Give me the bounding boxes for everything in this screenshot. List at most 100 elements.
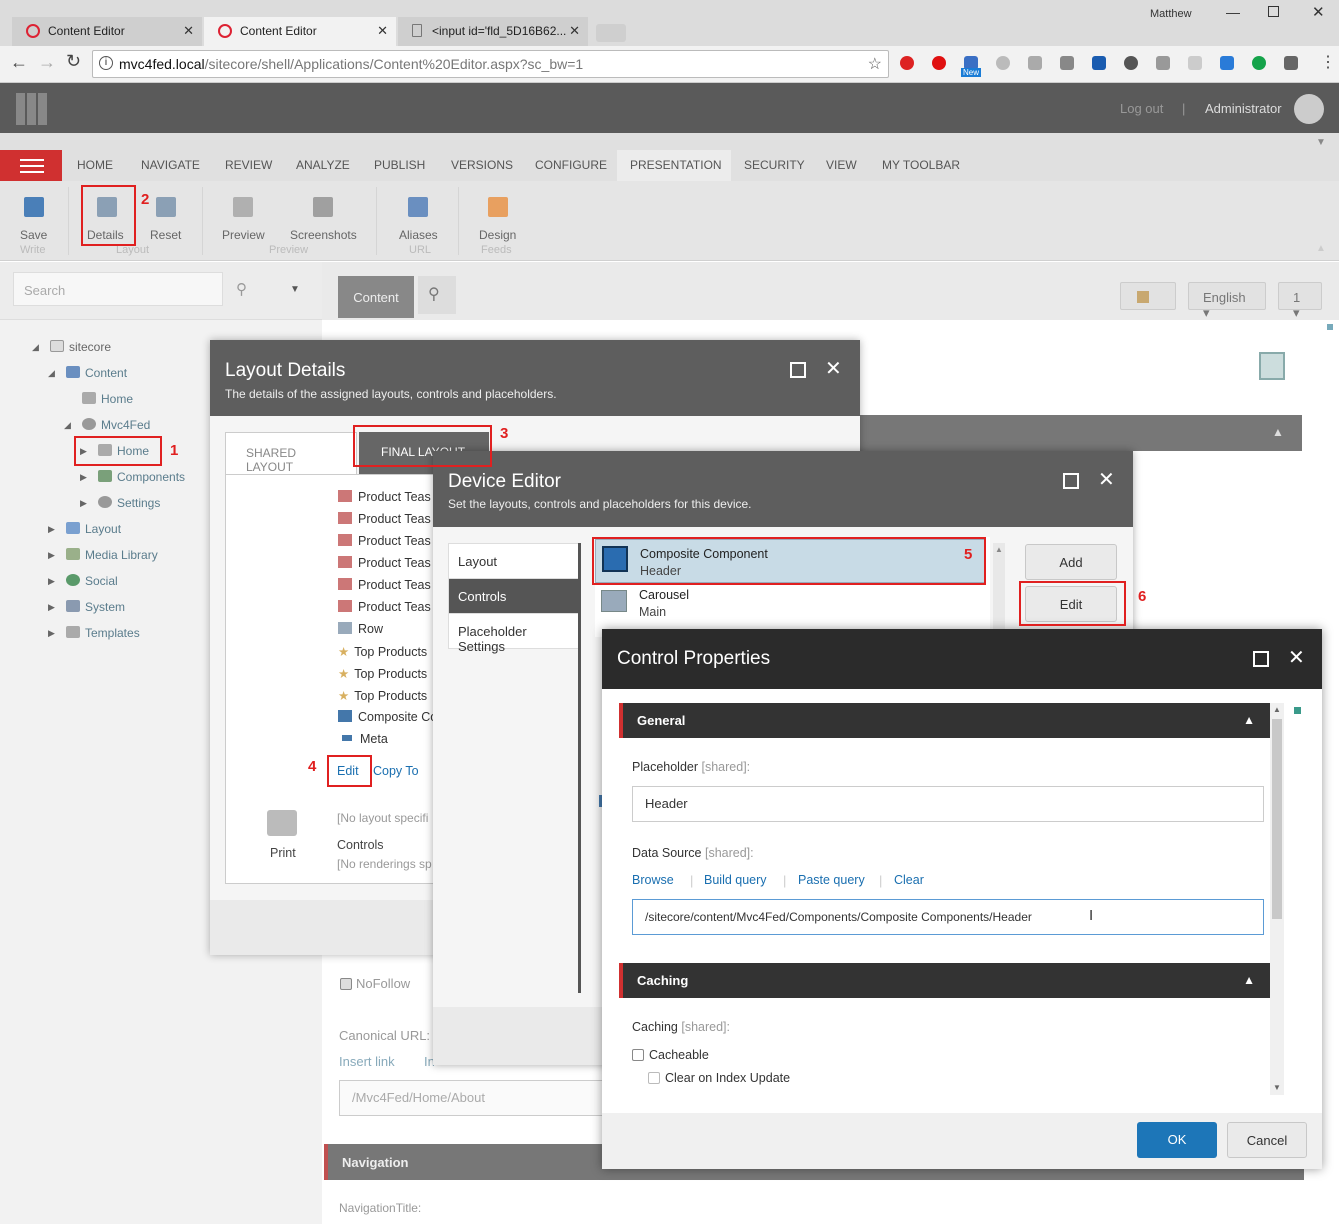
cacheable-checkbox[interactable] [632,1049,644,1061]
tree-item-mvc4fed[interactable]: Mvc4Fed [101,418,150,432]
collapse-section-icon[interactable]: ▲ [1243,973,1255,987]
opera-extension-icon[interactable] [932,56,946,70]
tree-item-templates[interactable]: Templates [85,626,140,640]
placeholder-input[interactable]: Header [632,786,1264,822]
language-dropdown[interactable]: English ▾ [1188,282,1266,320]
rendering-item[interactable]: Product Teas [338,534,431,548]
insert-link[interactable]: Insert link [339,1054,395,1069]
address-bar[interactable]: i mvc4fed.local/sitecore/shell/Applicati… [92,50,889,78]
extension-icon[interactable] [1220,56,1234,70]
user-name[interactable]: Administrator [1205,101,1282,116]
maximize-icon[interactable] [1253,651,1269,667]
browser-tab[interactable]: Content Editor ✕ [12,17,202,46]
search-tab[interactable]: ⚲ [418,276,456,314]
forward-icon[interactable]: → [38,52,56,73]
maximize-icon[interactable] [1268,6,1279,17]
search-dropdown-icon[interactable]: ▼ [290,284,300,295]
hamburger-menu-button[interactable] [0,150,62,181]
close-tab-icon[interactable]: ✕ [377,23,388,39]
paste-query-link[interactable]: Paste query [798,873,865,887]
canonical-url-input[interactable]: /Mvc4Fed/Home/About [339,1080,609,1116]
menu-layout[interactable]: Layout [449,544,579,579]
menu-kebab-icon[interactable]: ⋮ [1320,52,1336,72]
clear-on-index-checkbox[interactable] [648,1072,660,1084]
tree-item-system[interactable]: System [85,600,125,614]
avatar[interactable] [1294,94,1324,124]
tab-security[interactable]: SECURITY [744,158,805,172]
rendering-item[interactable]: Product Teas [338,556,431,570]
collapse-triangle-icon[interactable]: ◢ [64,420,71,431]
copy-to-link[interactable]: Copy To [373,764,419,778]
expand-triangle-icon[interactable]: ▶ [80,472,87,483]
info-icon[interactable]: i [99,56,113,70]
rendering-item[interactable]: Product Teas [338,490,431,504]
collapse-triangle-icon[interactable]: ◢ [48,368,55,379]
cancel-button[interactable]: Cancel [1227,1122,1307,1158]
reset-button[interactable]: Reset [150,228,181,242]
extension-icon[interactable] [1060,56,1074,70]
collapse-triangle-icon[interactable]: ◢ [32,342,39,353]
reload-icon[interactable]: ↻ [66,51,81,72]
tree-item-settings[interactable]: Settings [117,496,160,510]
section-general[interactable]: General ▲ [619,703,1271,738]
version-dropdown[interactable]: 1 ▾ [1278,282,1322,320]
rendering-item[interactable]: Product Teas [338,600,431,614]
tab-my-toolbar[interactable]: MY TOOLBAR [882,158,960,172]
close-tab-icon[interactable]: ✕ [183,23,194,39]
build-query-link[interactable]: Build query [704,873,767,887]
tree-item-content[interactable]: Content [85,366,127,380]
launchpad-grid-icon[interactable] [16,93,48,125]
expand-triangle-icon[interactable]: ▶ [48,628,55,639]
tab-shared-layout[interactable]: SHARED LAYOUT [225,432,357,474]
menu-controls[interactable]: Controls [449,579,579,614]
scrollbar-thumb[interactable] [1272,719,1282,919]
grammarly-icon[interactable] [1252,56,1266,70]
clear-link[interactable]: Clear [894,873,924,887]
tab-publish[interactable]: PUBLISH [374,158,425,172]
extension-icon[interactable] [1124,56,1138,70]
rendering-item[interactable]: ★ Top Products [338,644,427,659]
rendering-item[interactable]: ★ Top Products [338,688,427,703]
profile-name[interactable]: Matthew [1150,8,1192,20]
design-button[interactable]: Design [479,228,516,242]
preview-button[interactable]: Preview [222,228,265,242]
tree-item-media-library[interactable]: Media Library [85,548,158,562]
screenshots-button[interactable]: Screenshots [290,228,357,242]
properties-scrollbar[interactable]: ▲ ▼ [1270,703,1284,1095]
browser-tab-active[interactable]: Content Editor ✕ [204,17,396,46]
rendering-item[interactable]: Product Teas [338,578,431,592]
rendering-item[interactable]: Meta [338,732,388,746]
bookmark-star-icon[interactable]: ☆ [868,54,882,74]
scroll-up-icon[interactable]: ▲ [1273,705,1281,714]
save-button[interactable]: Save [20,228,47,242]
extension-icon[interactable] [1188,56,1202,70]
tree-item-layout[interactable]: Layout [85,522,121,536]
scroll-up-icon[interactable]: ▲ [995,545,1003,554]
close-icon[interactable]: ✕ [1098,467,1115,492]
minimize-icon[interactable]: — [1226,4,1240,20]
tab-content[interactable]: Content [338,276,414,318]
print-button[interactable]: Print [270,846,296,860]
tab-view[interactable]: VIEW [826,158,857,172]
close-window-icon[interactable]: ✕ [1312,3,1325,21]
ribbon-scroll-icon[interactable]: ▲ [1316,243,1326,254]
back-icon[interactable]: ← [10,52,28,73]
aliases-button[interactable]: Aliases [399,228,438,242]
tab-analyze[interactable]: ANALYZE [296,158,350,172]
search-icon[interactable]: ⚲ [236,280,247,298]
new-tab-button[interactable] [596,24,626,42]
tab-review[interactable]: REVIEW [225,158,272,172]
controls-scrollbar[interactable]: ▲ [993,543,1005,643]
collapse-section-icon[interactable]: ▲ [1243,713,1255,727]
extension-icon[interactable] [900,56,914,70]
expand-triangle-icon[interactable]: ▶ [48,550,55,561]
tab-configure[interactable]: CONFIGURE [535,158,607,172]
tab-navigate[interactable]: NAVIGATE [141,158,200,172]
tree-item-home[interactable]: Home [101,392,133,406]
extension-icon[interactable] [1092,56,1106,70]
nofollow-checkbox[interactable] [340,978,352,990]
ok-button[interactable]: OK [1137,1122,1217,1158]
close-tab-icon[interactable]: ✕ [569,23,580,39]
maximize-icon[interactable] [1063,473,1079,489]
section-caching[interactable]: Caching ▲ [619,963,1271,998]
